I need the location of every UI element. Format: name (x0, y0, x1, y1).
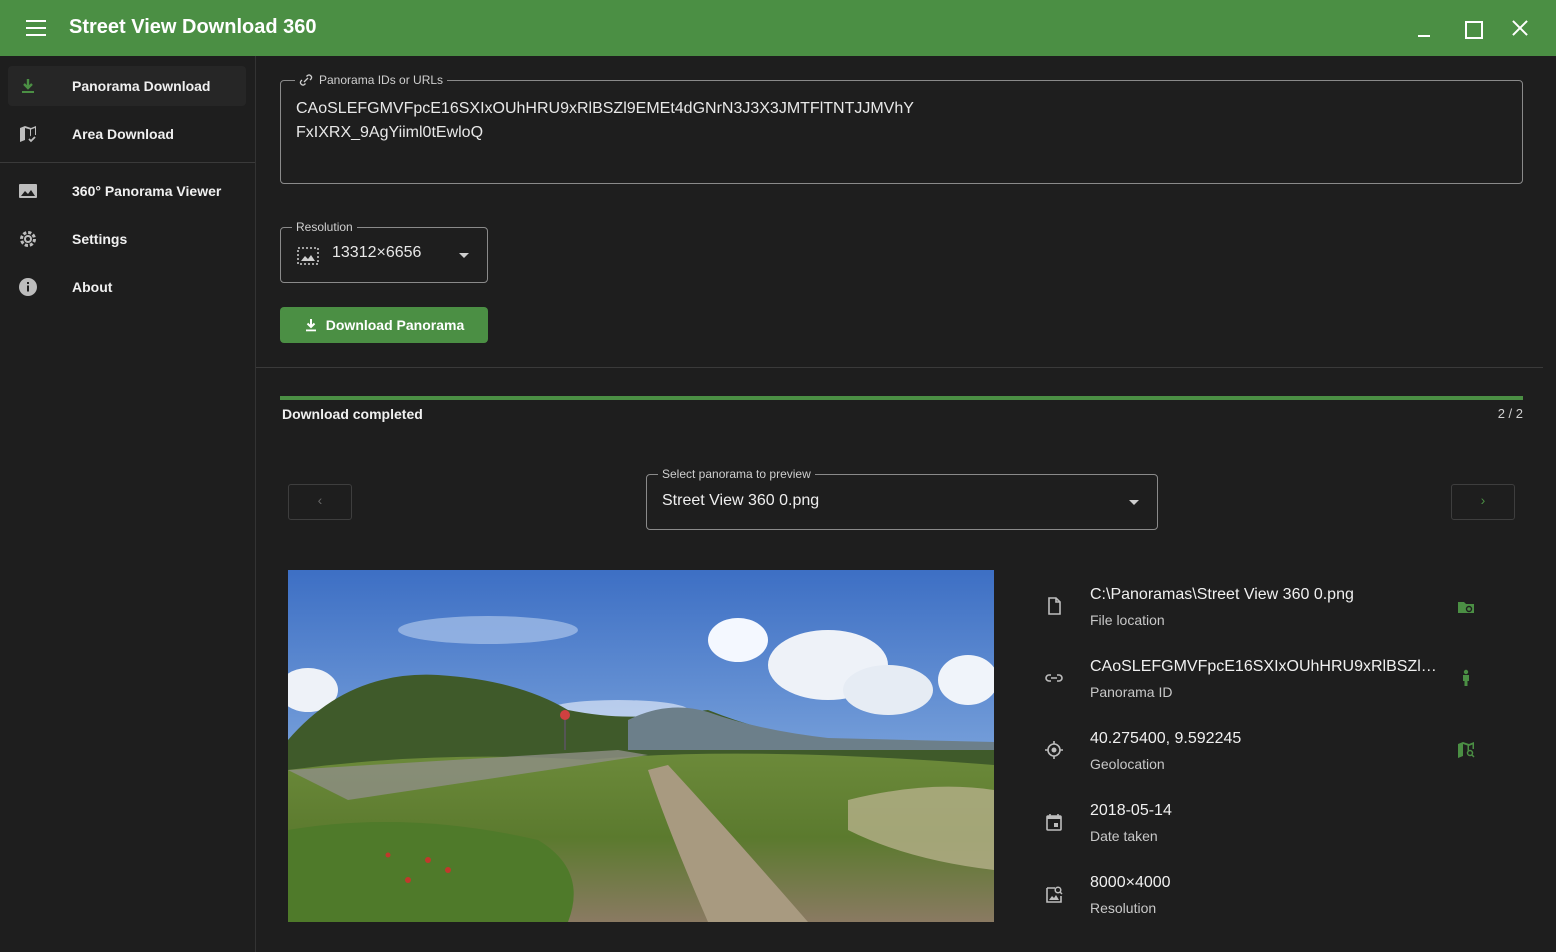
sidebar-item-label: 360° Panorama Viewer (72, 183, 222, 199)
link-icon (1045, 674, 1063, 682)
calendar-icon (1046, 814, 1062, 831)
app-title: Street View Download 360 (69, 16, 317, 38)
preview-select[interactable]: Select panorama to preview Street View 3… (646, 467, 1158, 530)
chevron-right-icon: › (1480, 492, 1486, 508)
sidebar-item-about[interactable]: About (8, 267, 246, 307)
download-count: 2 / 2 (1497, 406, 1523, 421)
gear-icon (20, 231, 36, 247)
sidebar-item-panorama-download[interactable]: Panorama Download (8, 66, 246, 106)
previous-panorama-button[interactable]: ‹ (288, 484, 352, 520)
download-panorama-label: Download Panorama (325, 317, 465, 333)
panorama-ids-label: Panorama IDs or URLs (319, 73, 444, 87)
chevron-down-icon (459, 253, 469, 258)
info-row-panorama-id: CAoSLEFGMVFpcE16SXIxOUhHRU9xRlBSZl9E... … (1040, 658, 1490, 718)
link-edit-icon (299, 74, 313, 86)
map-search-icon[interactable] (1456, 740, 1476, 760)
resolution-legend: Resolution (292, 220, 357, 234)
panorama-id-value: CAoSLEFGMVFpcE16SXIxOUhHRU9xRlBSZl9E... (1090, 658, 1440, 675)
sidebar-item-label: Area Download (72, 126, 174, 142)
resolution-value: 13312×6656 (332, 244, 422, 261)
panorama-id-label: Panorama ID (1090, 684, 1173, 700)
street-view-icon[interactable] (1456, 668, 1476, 688)
sidebar-item-label: Panorama Download (72, 78, 211, 94)
panorama-ids-field[interactable]: Panorama IDs or URLs CAoSLEFGMVFpcE16SXI… (280, 73, 1523, 184)
sidebar-item-panorama-viewer[interactable]: 360° Panorama Viewer (8, 171, 246, 211)
download-progress-bar (280, 396, 1523, 400)
download-status: Download completed (282, 406, 423, 422)
resolution-info-value: 8000×4000 (1090, 874, 1171, 891)
panorama-preview-image[interactable] (288, 570, 994, 922)
sidebar: Panorama Download Area Download 360° Pan… (0, 56, 256, 952)
panorama-ids-value[interactable]: CAoSLEFGMVFpcE16SXIxOUhHRU9xRlBSZl9EMEt4… (296, 97, 914, 145)
chevron-down-icon (1129, 500, 1139, 505)
info-row-file-location: C:\Panoramas\Street View 360 0.png File … (1040, 586, 1490, 646)
resolution-info-label: Resolution (1090, 900, 1157, 916)
info-row-geolocation: 40.275400, 9.592245 Geolocation (1040, 730, 1490, 790)
next-panorama-button[interactable]: › (1451, 484, 1515, 520)
image-search-icon (1046, 886, 1063, 903)
crosshair-icon (1045, 741, 1063, 759)
resolution-select[interactable]: Resolution 13312×6656 (280, 220, 488, 283)
minimize-button[interactable] (1410, 14, 1438, 42)
file-icon (1048, 597, 1061, 615)
download-panorama-button[interactable]: Download Panorama (280, 307, 488, 343)
info-row-date-taken: 2018-05-14 Date taken (1040, 802, 1490, 862)
info-icon (19, 278, 37, 296)
main-divider (256, 367, 1543, 368)
sidebar-item-label: About (72, 279, 113, 295)
sidebar-divider (0, 162, 255, 163)
info-row-resolution: 8000×4000 Resolution (1040, 874, 1490, 934)
download-icon (305, 319, 316, 332)
date-taken-label: Date taken (1090, 828, 1158, 844)
maximize-button[interactable] (1458, 14, 1486, 42)
download-icon (22, 79, 34, 93)
file-location-value: C:\Panoramas\Street View 360 0.png (1090, 586, 1354, 603)
sidebar-item-label: Settings (72, 231, 128, 247)
chevron-left-icon: ‹ (317, 492, 323, 508)
date-taken-value: 2018-05-14 (1090, 802, 1172, 819)
image-size-icon (297, 247, 319, 265)
progress-fill (280, 396, 1523, 400)
sidebar-item-area-download[interactable]: Area Download (8, 114, 246, 154)
preview-select-value: Street View 360 0.png (662, 492, 820, 509)
preview-select-legend: Select panorama to preview (658, 467, 815, 481)
panorama-ids-legend: Panorama IDs or URLs (295, 73, 448, 87)
title-bar: Street View Download 360 (0, 0, 1556, 56)
close-button[interactable] (1506, 14, 1534, 42)
geolocation-value: 40.275400, 9.592245 (1090, 730, 1242, 747)
folder-search-icon[interactable] (1456, 597, 1476, 617)
sidebar-item-settings[interactable]: Settings (8, 219, 246, 259)
file-location-label: File location (1090, 612, 1165, 628)
map-check-icon (20, 126, 36, 143)
menu-icon[interactable] (26, 20, 46, 36)
geolocation-label: Geolocation (1090, 756, 1165, 772)
image-icon (19, 184, 37, 198)
